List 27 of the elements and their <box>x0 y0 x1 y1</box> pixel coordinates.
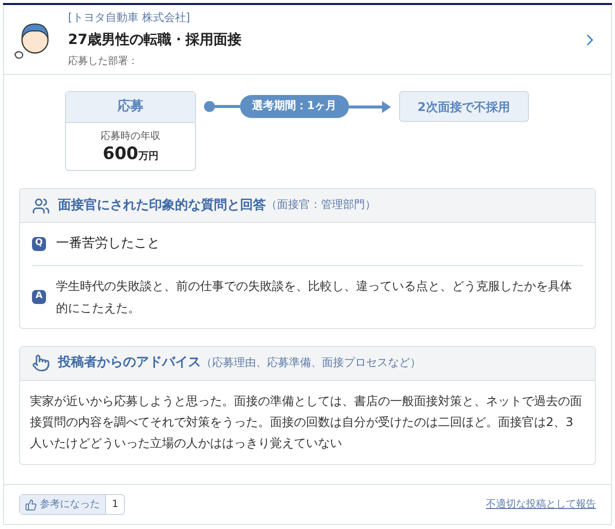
helpful-count: 1 <box>105 495 124 514</box>
period-pill: 選考期間：1ヶ月 <box>240 95 349 118</box>
people-icon <box>32 196 50 214</box>
helpful-label: 参考になった <box>40 498 100 512</box>
start-label: 応募 <box>66 92 195 123</box>
thumbs-up-icon <box>25 498 37 510</box>
salary-amount: 600 <box>102 144 138 164</box>
answer-mark: A <box>32 290 46 304</box>
helpful-button[interactable]: 参考になった 1 <box>19 494 126 515</box>
connector-line <box>215 105 240 108</box>
department-label: 応募した部署： <box>68 54 139 69</box>
advice-text: 実家が近いから応募しようと思った。面接の準備としては、書店の一般面接対策と、ネットで過去の面接質問の内容を調べてそれで対策をうった。面接の回数は自分が受けたのは二回ほど。面接官は2、3人いたけどどういった立場の人かははっきり覚えていない <box>29 392 583 452</box>
question-mark: Q <box>32 236 46 251</box>
result-box: 2次面接で不採用 <box>398 91 529 122</box>
review-title: 27歳男性の転職・採用面接 <box>68 30 242 50</box>
salary-unit: 万円 <box>138 150 158 164</box>
salary-caption: 応募時の年収 <box>100 130 160 144</box>
hand-icon <box>32 354 50 372</box>
section-note: （応募理由、応募準備、面接プロセスなど） <box>201 354 421 371</box>
question-text: 一番苦労したこと <box>56 235 160 253</box>
section-note: （面接官：管理部門） <box>266 197 376 214</box>
section-title: 投稿者からのアドバイス <box>58 354 201 372</box>
report-link[interactable]: 不適切な投稿として報告 <box>486 497 596 512</box>
connector-arrow <box>348 100 391 112</box>
answer-text: 学生時代の失敗談と、前の仕事での失敗談を、比較し、違っている点と、どう克服したかを具体的にこたえた。 <box>56 278 573 316</box>
section-title: 面接官にされた印象的な質問と回答 <box>58 196 266 215</box>
company-name: [トヨタ自動車 株式会社] <box>68 10 192 26</box>
